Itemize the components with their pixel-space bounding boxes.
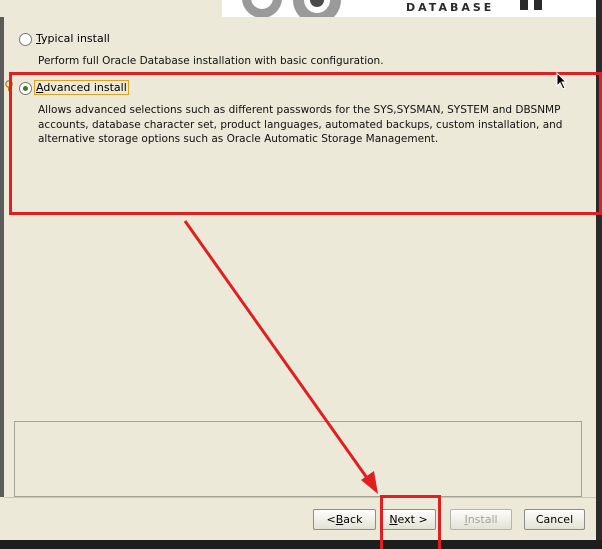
typical-install-label[interactable]: Typical install — [36, 32, 110, 45]
hint-bulb-icon — [5, 80, 13, 91]
message-panel — [14, 421, 582, 497]
install-button[interactable]: Install — [450, 509, 512, 530]
back-lead: < — [326, 513, 336, 526]
right-edge — [596, 0, 602, 549]
left-edge — [0, 17, 4, 497]
advanced-install-radio[interactable] — [19, 82, 32, 95]
gear-logo-icon — [242, 0, 341, 17]
back-mnemonic: B — [335, 513, 344, 526]
version-logo-icon — [520, 0, 550, 10]
install-rest: nstall — [467, 513, 498, 526]
typical-install-radio[interactable] — [19, 33, 32, 46]
advanced-install-label[interactable]: Advanced install — [34, 80, 129, 95]
typical-install-description: Perform full Oracle Database installatio… — [38, 55, 384, 67]
separator — [4, 497, 596, 498]
typical-label-rest: ypical install — [41, 32, 110, 45]
back-rest: ack — [343, 513, 363, 526]
header-banner: DATABASE — [0, 0, 602, 17]
next-rest: ext > — [397, 513, 428, 526]
mouse-cursor-icon — [556, 72, 568, 90]
advanced-install-description: Allows advanced selections such as diffe… — [38, 104, 563, 145]
advanced-label-rest: dvanced install — [43, 81, 127, 94]
brand-word: DATABASE — [406, 1, 495, 14]
bottom-strip — [0, 540, 602, 549]
back-button[interactable]: < Back — [313, 509, 376, 530]
next-mnemonic: N — [389, 513, 398, 526]
next-button[interactable]: Next > — [381, 509, 436, 530]
cancel-button[interactable]: Cancel — [524, 509, 585, 530]
